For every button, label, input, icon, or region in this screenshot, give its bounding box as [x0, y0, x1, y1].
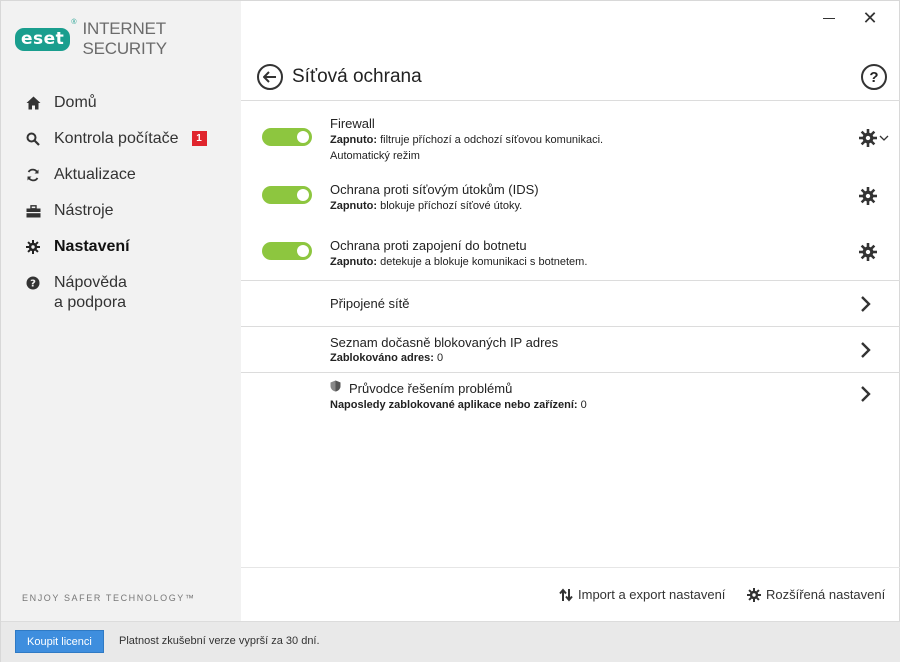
import-export-label: Import a export nastavení: [578, 587, 726, 602]
sidebar-item-update[interactable]: Aktualizace: [1, 165, 241, 201]
minimize-button[interactable]: [821, 10, 837, 26]
app-window: eset ® INTERNET SECURITY Domů Kontrola p…: [0, 0, 900, 662]
protection-row-firewall: Firewall Zapnuto: filtruje příchozí a od…: [241, 101, 900, 167]
row-title: Firewall: [330, 116, 375, 131]
refresh-icon: [25, 165, 41, 185]
gear-icon[interactable]: [859, 187, 877, 205]
sidebar-item-label: Nápověda a podpora: [54, 273, 127, 313]
trial-status-text: Platnost zkušební verze vyprší za 30 dní…: [119, 635, 320, 647]
status-label: Zapnuto:: [330, 200, 378, 212]
sidebar-item-label: Nástroje: [54, 202, 114, 219]
logo-registered-mark: ®: [71, 19, 77, 26]
import-export-link[interactable]: Import a export nastavení: [559, 587, 725, 602]
toolbox-icon: [25, 201, 41, 221]
gear-icon: [25, 237, 41, 257]
gear-icon: [747, 587, 761, 602]
page-header: Síťová ochrana ?: [241, 53, 900, 101]
page-title: Síťová ochrana: [292, 66, 422, 87]
eset-logo: eset ® INTERNET SECURITY: [15, 19, 241, 59]
status-label: Naposledy zablokované aplikace nebo zaří…: [330, 399, 578, 411]
row-status: Zapnuto: detekuje a blokuje komunikaci s…: [330, 256, 587, 268]
sidebar-item-label: Kontrola počítače: [54, 130, 179, 147]
status-text: filtruje příchozí a odchozí síťovou komu…: [377, 134, 604, 146]
gear-icon[interactable]: [859, 129, 877, 147]
ids-toggle[interactable]: [262, 186, 312, 204]
svg-text:?: ?: [30, 279, 36, 290]
sidebar-item-label: Aktualizace: [54, 166, 136, 183]
sidebar-item-label: Domů: [54, 94, 97, 111]
advanced-settings-link[interactable]: Rozšířená nastavení: [747, 587, 885, 602]
row-title: Průvodce řešením problémů: [349, 381, 513, 396]
help-label-line2: a podpora: [54, 294, 127, 311]
advanced-settings-label: Rozšířená nastavení: [766, 587, 886, 602]
import-export-icon: [559, 587, 573, 602]
chevron-right-icon: [861, 296, 871, 312]
sidebar-item-tools[interactable]: Nástroje: [1, 201, 241, 237]
chevron-right-icon: [861, 342, 871, 358]
status-label: Zapnuto:: [330, 256, 378, 268]
help-button[interactable]: ?: [861, 64, 887, 90]
sidebar: eset ® INTERNET SECURITY Domů Kontrola p…: [1, 1, 241, 621]
status-text: blokuje příchozí síťové útoky.: [377, 200, 523, 212]
buy-license-button[interactable]: Koupit licenci: [15, 630, 104, 653]
tagline: ENJOY SAFER TECHNOLOGY™: [22, 593, 196, 603]
chevron-right-icon: [861, 386, 871, 402]
link-row-blocked-ips[interactable]: Seznam dočasně blokovaných IP adres Zabl…: [241, 327, 900, 373]
back-button[interactable]: [257, 64, 283, 90]
gear-icon[interactable]: [859, 243, 877, 261]
status-text: detekuje a blokuje komunikaci s botnetem…: [377, 256, 588, 268]
footer-links: Import a export nastavení Rozšířená nast…: [241, 567, 900, 622]
help-circle-icon: ?: [25, 273, 41, 293]
product-name: INTERNET SECURITY: [82, 19, 167, 58]
status-bar: Koupit licenci Platnost zkušební verze v…: [1, 621, 900, 662]
status-label: Zablokováno adres:: [330, 352, 434, 364]
shield-icon: [330, 380, 341, 392]
link-row-troubleshooting[interactable]: Průvodce řešením problémů Naposledy zabl…: [241, 373, 900, 419]
logo-badge: eset: [15, 27, 71, 51]
botnet-toggle[interactable]: [262, 242, 312, 260]
row-status: Zapnuto: blokuje příchozí síťové útoky.: [330, 200, 522, 212]
row-status: Naposledy zablokované aplikace nebo zaří…: [330, 399, 587, 411]
notification-badge: 1: [191, 131, 207, 146]
sidebar-item-settings[interactable]: Nastavení: [1, 237, 241, 273]
row-title: Seznam dočasně blokovaných IP adres: [330, 335, 559, 350]
link-row-connected-networks[interactable]: Připojené sítě: [241, 281, 900, 327]
row-status: Zapnuto: filtruje příchozí a odchozí síť…: [330, 134, 603, 146]
home-icon: [25, 93, 41, 113]
status-label: Zapnuto:: [330, 134, 378, 146]
sidebar-item-help[interactable]: ? Nápověda a podpora: [1, 273, 241, 325]
close-button[interactable]: ✕: [861, 9, 879, 27]
arrow-left-icon: [263, 71, 276, 83]
sidebar-item-scan[interactable]: Kontrola počítače 1: [1, 129, 241, 165]
firewall-toggle[interactable]: [262, 128, 312, 146]
row-title: Ochrana proti síťovým útokům (IDS): [330, 182, 539, 197]
protection-row-botnet: Ochrana proti zapojení do botnetu Zapnut…: [241, 225, 900, 281]
status-value: 0: [433, 352, 444, 364]
row-mode: Automatický režim: [330, 150, 420, 162]
help-label-line1: Nápověda: [54, 274, 127, 291]
search-icon: [25, 129, 41, 149]
row-status: Zablokováno adres: 0: [330, 352, 443, 364]
sidebar-item-label: Nastavení: [54, 238, 130, 255]
status-value: 0: [577, 399, 587, 411]
row-title: Připojené sítě: [330, 296, 410, 311]
protection-row-ids: Ochrana proti síťovým útokům (IDS) Zapnu…: [241, 167, 900, 225]
chevron-down-icon[interactable]: [879, 134, 889, 142]
sidebar-nav: Domů Kontrola počítače 1 Aktualizace Nás…: [1, 93, 241, 325]
row-title: Ochrana proti zapojení do botnetu: [330, 238, 527, 253]
sidebar-item-home[interactable]: Domů: [1, 93, 241, 129]
